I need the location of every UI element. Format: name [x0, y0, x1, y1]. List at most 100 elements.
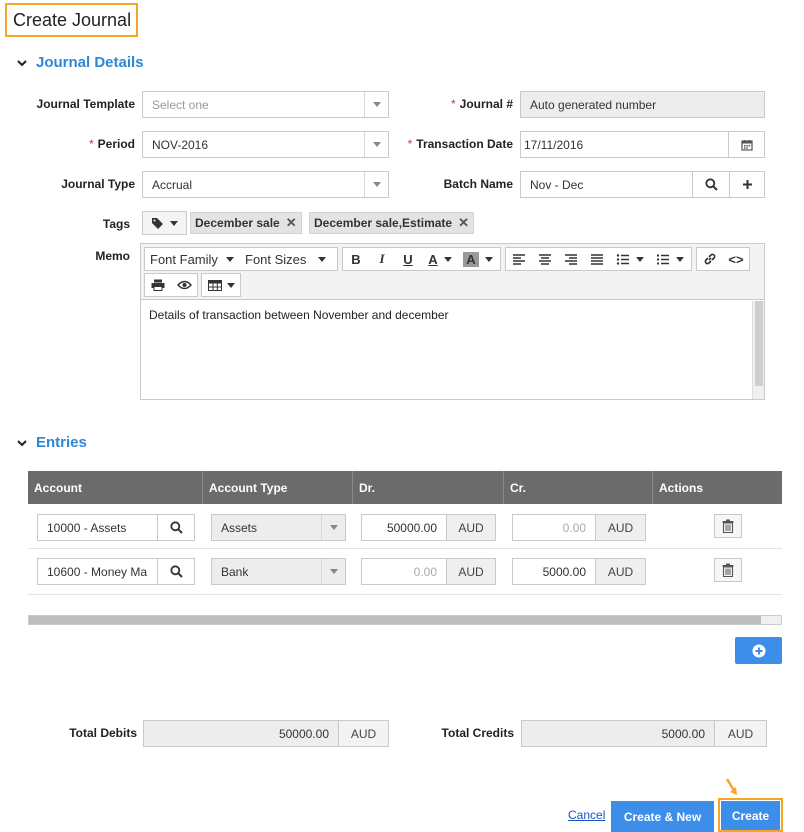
period-value: NOV-2016 [152, 137, 209, 152]
close-icon[interactable]: ✕ [286, 215, 297, 231]
debit-input[interactable]: 50000.00 [361, 514, 447, 541]
chevron-down-icon [318, 256, 327, 262]
entries-table-header: Account Account Type Dr. Cr. Actions [28, 471, 782, 504]
page-title: Create Journal [5, 3, 138, 37]
highlight-color-icon[interactable]: A [459, 248, 497, 270]
memo-content[interactable]: Details of transaction between November … [149, 308, 449, 322]
chevron-down-icon [17, 439, 27, 446]
total-debits-value: 50000.00 [143, 720, 339, 747]
batch-name-input[interactable]: Nov - Dec [520, 171, 693, 198]
credit-input[interactable]: 0.00 [512, 514, 596, 541]
calendar-button[interactable] [728, 131, 765, 158]
chevron-down-icon [364, 172, 388, 197]
row-divider [28, 548, 782, 549]
font-group: Font Family Font Sizes [144, 247, 338, 271]
column-header: Dr. [353, 471, 504, 504]
bold-icon[interactable]: B [343, 248, 369, 270]
journal-details-toggle[interactable]: Journal Details [17, 54, 144, 71]
journal-type-value: Accrual [152, 177, 193, 192]
entries-heading: Entries [36, 434, 87, 451]
italic-icon[interactable]: I [369, 248, 395, 270]
batch-add-button[interactable] [729, 171, 765, 198]
column-header: Actions [659, 480, 704, 495]
tags-label: Tags [102, 217, 130, 231]
print-group [144, 273, 198, 297]
row-divider [28, 594, 782, 595]
underline-icon[interactable]: U [395, 248, 421, 270]
column-header: Account Type [203, 471, 353, 504]
transaction-date-input[interactable]: 17/11/2016 [520, 131, 729, 158]
account-search-button[interactable] [157, 558, 195, 585]
account-input[interactable]: 10600 - Money Ma [37, 558, 158, 585]
currency-addon: AUD [714, 720, 767, 747]
trash-icon [722, 519, 734, 533]
credit-input[interactable]: 5000.00 [512, 558, 596, 585]
chevron-down-icon [364, 92, 388, 117]
currency-addon: AUD [338, 720, 389, 747]
chevron-down-icon [17, 59, 27, 66]
trash-icon [722, 563, 734, 577]
chevron-down-icon [364, 132, 388, 157]
currency-addon: AUD [595, 558, 646, 585]
code-icon[interactable]: <> [723, 248, 749, 270]
batch-search-button[interactable] [692, 171, 730, 198]
preview-icon[interactable] [171, 274, 197, 296]
justify-icon[interactable] [584, 248, 610, 270]
chevron-down-icon [225, 256, 234, 262]
table-icon[interactable] [202, 274, 240, 296]
create-and-new-button[interactable]: Create & New [611, 801, 714, 832]
align-group [505, 247, 692, 271]
account-type-select[interactable]: Bank [211, 558, 346, 585]
search-icon [704, 178, 718, 191]
journal-number-field: Auto generated number [520, 91, 765, 118]
font-family-dropdown[interactable]: Font Family [145, 248, 241, 270]
search-icon [169, 521, 183, 534]
memo-scrollbar[interactable] [752, 301, 764, 399]
journal-type-select[interactable]: Accrual [142, 171, 389, 198]
numbered-list-icon[interactable] [650, 248, 690, 270]
cancel-link[interactable]: Cancel [568, 808, 605, 822]
account-search-button[interactable] [157, 514, 195, 541]
column-header: Cr. [504, 471, 653, 504]
total-credits-value: 5000.00 [521, 720, 715, 747]
print-icon[interactable] [145, 274, 171, 296]
add-row-button[interactable] [735, 637, 782, 664]
chevron-down-icon [321, 515, 345, 540]
tag-label: December sale [195, 216, 280, 230]
bullet-list-icon[interactable] [610, 248, 650, 270]
delete-row-button[interactable] [714, 514, 742, 538]
close-icon[interactable]: ✕ [458, 215, 469, 231]
tag-icon [152, 218, 163, 229]
account-input[interactable]: 10000 - Assets [37, 514, 158, 541]
debit-input[interactable]: 0.00 [361, 558, 447, 585]
plus-icon [742, 180, 752, 189]
period-label: * Period [88, 137, 135, 151]
text-color-icon[interactable]: A [421, 248, 459, 270]
font-sizes-dropdown[interactable]: Font Sizes [241, 248, 337, 270]
currency-addon: AUD [446, 514, 496, 541]
journal-template-select[interactable]: Select one [142, 91, 389, 118]
align-center-icon[interactable] [532, 248, 558, 270]
create-button[interactable]: Create [721, 801, 780, 830]
arrow-icon [725, 778, 737, 795]
chevron-down-icon [170, 220, 178, 226]
align-right-icon[interactable] [558, 248, 584, 270]
currency-addon: AUD [595, 514, 646, 541]
link-icon[interactable] [697, 248, 723, 270]
table-horizontal-scrollbar[interactable] [28, 615, 782, 625]
tag-dropdown-button[interactable] [142, 211, 187, 235]
batch-name-label: Batch Name [443, 177, 513, 191]
journal-template-placeholder: Select one [152, 97, 209, 112]
period-select[interactable]: NOV-2016 [142, 131, 389, 158]
tag-chip: December sale,Estimate ✕ [309, 212, 474, 234]
account-type-select[interactable]: Assets [211, 514, 346, 541]
entries-toggle[interactable]: Entries [17, 434, 87, 451]
journal-template-label: Journal Template [36, 97, 135, 111]
chevron-down-icon [321, 559, 345, 584]
plus-circle-icon [752, 644, 765, 657]
currency-addon: AUD [446, 558, 496, 585]
align-left-icon[interactable] [506, 248, 532, 270]
link-group: <> [696, 247, 750, 271]
total-debits-label: Total Debits [69, 726, 137, 740]
delete-row-button[interactable] [714, 558, 742, 582]
